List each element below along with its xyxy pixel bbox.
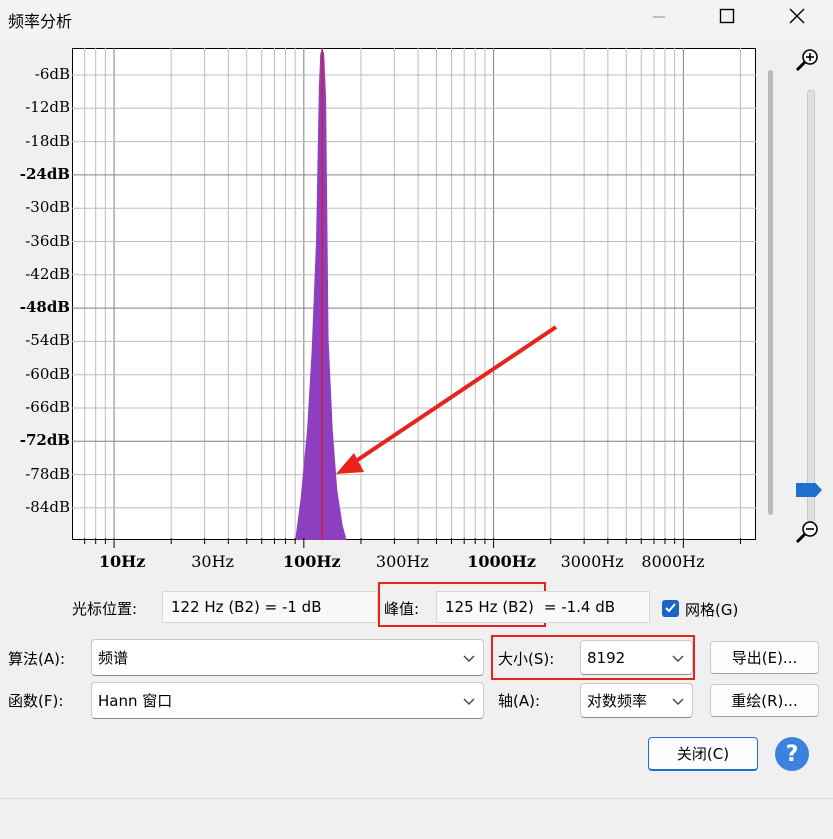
peak-label: 峰值:	[384, 600, 420, 618]
close-button[interactable]: 关闭(C)	[648, 737, 758, 771]
help-button[interactable]: ?	[775, 737, 809, 771]
peak-value: 125 Hz (B2) = -1.4 dB	[436, 591, 650, 623]
function-label: 函数(F):	[8, 692, 64, 710]
y-axis-label: -6dB	[34, 65, 70, 83]
y-axis-label: -66dB	[25, 398, 70, 416]
function-value: Hann 窗口	[98, 692, 173, 710]
size-select[interactable]: 8192	[580, 640, 693, 675]
y-axis-label: -48dB	[19, 298, 70, 317]
chevron-down-icon	[463, 649, 475, 667]
zoom-in-icon	[794, 49, 822, 78]
y-axis-label: -42dB	[25, 264, 70, 283]
x-axis-label: 1000Hz	[467, 552, 536, 571]
axis-value: 对数频率	[587, 692, 648, 710]
size-value: 8192	[587, 648, 626, 667]
minimize-icon	[652, 8, 666, 29]
y-axis-label: -12dB	[25, 98, 70, 117]
spectrum-plot[interactable]	[72, 48, 756, 540]
y-axis-label: -30dB	[25, 198, 70, 217]
algorithm-select[interactable]: 频谱	[91, 639, 484, 676]
grid-checkbox[interactable]	[662, 600, 679, 617]
spectrum-graph[interactable]	[72, 48, 756, 540]
annotation-arrow	[348, 325, 558, 467]
grid-checkbox-label[interactable]: 网格(G)	[685, 599, 738, 620]
zoom-slider-track[interactable]	[807, 90, 815, 522]
y-axis-label: -54dB	[25, 331, 70, 350]
chevron-down-icon	[672, 692, 684, 710]
zoom-out-icon	[794, 521, 822, 550]
export-button[interactable]: 导出(E)...	[710, 641, 819, 674]
cursor-position-value: 122 Hz (B2) = -1 dB	[162, 591, 378, 623]
y-axis-label: -84dB	[25, 497, 70, 516]
window-title: 频率分析	[8, 12, 73, 31]
algorithm-value: 频谱	[98, 649, 129, 667]
chevron-down-icon	[463, 692, 475, 710]
cursor-position-label: 光标位置:	[72, 600, 138, 618]
x-axis-label: 10Hz	[98, 552, 146, 571]
redraw-button[interactable]: 重绘(R)...	[710, 684, 819, 717]
y-axis-label: -78dB	[25, 464, 70, 483]
status-bar	[0, 798, 833, 839]
maximize-icon	[719, 8, 735, 29]
chevron-down-icon	[672, 649, 684, 667]
close-icon	[789, 8, 805, 29]
x-axis-label: 100Hz	[283, 552, 341, 571]
peak-level: = -1.4 dB	[543, 598, 616, 616]
y-axis-label: -36dB	[25, 231, 70, 250]
size-label: 大小(S):	[498, 650, 555, 668]
minimize-button[interactable]	[636, 0, 682, 36]
vertical-scrollbar[interactable]	[768, 70, 773, 515]
zoom-slider-thumb[interactable]	[796, 483, 822, 497]
close-window-button[interactable]	[774, 0, 820, 36]
x-axis-label: 3000Hz	[560, 552, 624, 571]
peak-frequency: 125 Hz (B2)	[445, 598, 534, 616]
algorithm-label: 算法(A):	[8, 650, 66, 668]
checkmark-icon	[664, 600, 677, 618]
maximize-button[interactable]	[704, 0, 750, 36]
axis-select[interactable]: 对数频率	[580, 683, 693, 718]
y-axis-label: -72dB	[19, 431, 70, 450]
spectrum-area	[295, 48, 347, 540]
x-axis-label: 8000Hz	[641, 552, 705, 571]
y-axis-label: -24dB	[19, 164, 70, 183]
x-axis-ticks	[84, 538, 741, 548]
zoom-in-button[interactable]	[794, 46, 822, 74]
y-axis-label: -18dB	[25, 131, 70, 150]
x-axis-label: 300Hz	[375, 552, 429, 571]
axis-label: 轴(A):	[498, 692, 541, 710]
zoom-out-button[interactable]	[794, 518, 822, 546]
function-select[interactable]: Hann 窗口	[91, 682, 484, 719]
y-axis-label: -60dB	[25, 364, 70, 383]
x-axis-label: 30Hz	[191, 552, 234, 571]
